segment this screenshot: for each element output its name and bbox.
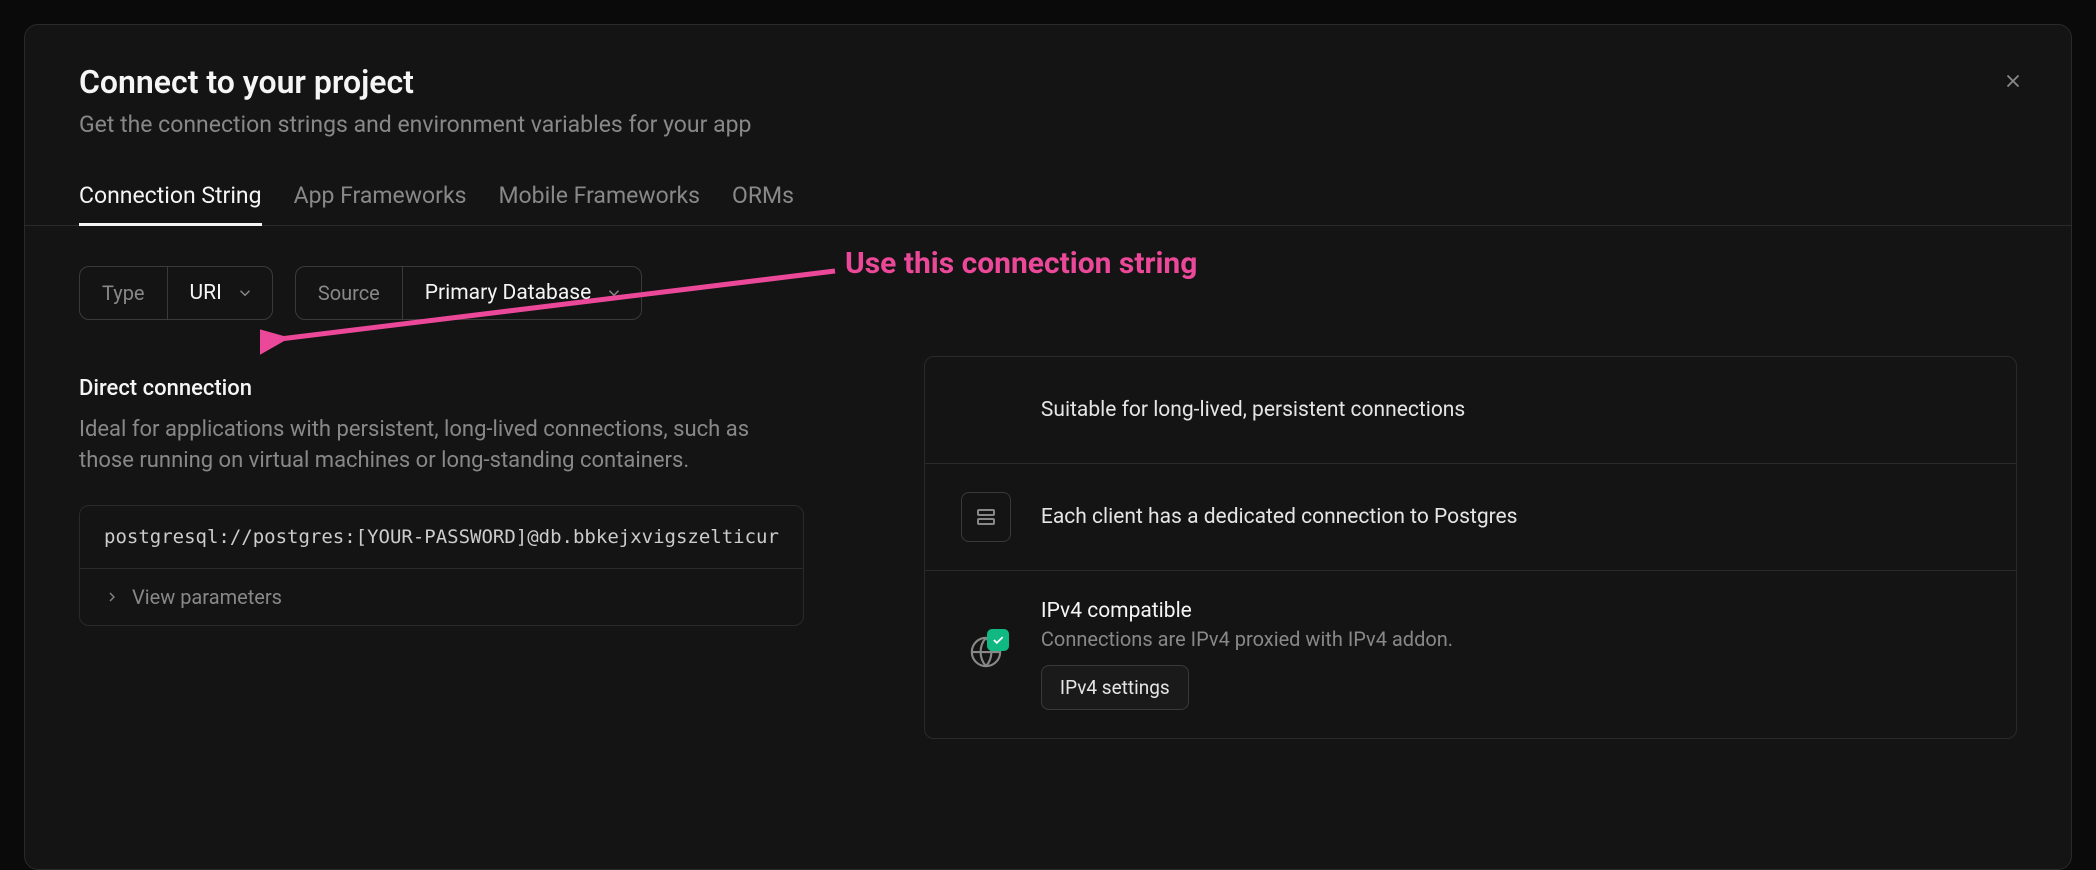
connection-string-box: postgresql://postgres:[YOUR-PASSWORD]@db… [79, 505, 804, 626]
type-selector: Type URI [79, 266, 273, 320]
left-column: Type URI Source Primary Database Direct … [79, 266, 804, 739]
globe-icon-wrap [969, 635, 1003, 675]
tab-orms[interactable]: ORMs [732, 168, 794, 226]
modal-header: Connect to your project Get the connecti… [25, 25, 2071, 138]
right-column: Suitable for long-lived, persistent conn… [924, 266, 2017, 739]
info-row-dedicated: Each client has a dedicated connection t… [925, 464, 2016, 571]
type-selector-label: Type [80, 267, 168, 319]
tab-app-frameworks[interactable]: App Frameworks [294, 168, 467, 226]
info-row-text: IPv4 compatible Connections are IPv4 pro… [1041, 599, 1980, 710]
source-selector-value[interactable]: Primary Database [403, 267, 641, 319]
tabs-bar: Connection String App Frameworks Mobile … [25, 168, 2071, 226]
type-selector-value[interactable]: URI [168, 267, 272, 319]
ipv4-subtitle: Connections are IPv4 proxied with IPv4 a… [1041, 627, 1980, 651]
info-row-persistent: Suitable for long-lived, persistent conn… [925, 357, 2016, 464]
connect-modal: Connect to your project Get the connecti… [24, 24, 2072, 870]
chevron-right-icon [104, 589, 120, 605]
info-icon-slot [961, 630, 1011, 680]
tab-connection-string[interactable]: Connection String [79, 168, 262, 226]
check-badge [987, 629, 1009, 651]
direct-connection-desc: Ideal for applications with persistent, … [79, 415, 779, 477]
info-icon-slot [961, 385, 1011, 435]
modal-content: Type URI Source Primary Database Direct … [25, 226, 2071, 779]
check-icon [991, 633, 1005, 647]
connection-string-value[interactable]: postgresql://postgres:[YOUR-PASSWORD]@db… [80, 506, 803, 569]
view-parameters-toggle[interactable]: View parameters [80, 569, 803, 625]
info-row-text: Each client has a dedicated connection t… [1041, 505, 1980, 529]
info-row-text: Suitable for long-lived, persistent conn… [1041, 398, 1980, 422]
source-value-text: Primary Database [425, 281, 591, 305]
source-selector-label: Source [296, 267, 403, 319]
tab-mobile-frameworks[interactable]: Mobile Frameworks [498, 168, 700, 226]
source-selector: Source Primary Database [295, 266, 642, 320]
chevron-down-icon [605, 284, 623, 302]
info-card: Suitable for long-lived, persistent conn… [924, 356, 2017, 739]
ipv4-title: IPv4 compatible [1041, 599, 1980, 623]
direct-connection-title: Direct connection [79, 376, 804, 401]
type-value-text: URI [190, 281, 222, 305]
modal-subtitle: Get the connection strings and environme… [79, 111, 2017, 138]
info-icon-slot [961, 492, 1011, 542]
database-icon [974, 505, 998, 529]
info-row-ipv4: IPv4 compatible Connections are IPv4 pro… [925, 571, 2016, 738]
ipv4-settings-button[interactable]: IPv4 settings [1041, 665, 1189, 710]
selectors-row: Type URI Source Primary Database [79, 266, 804, 320]
modal-title: Connect to your project [79, 63, 2017, 101]
chevron-down-icon [236, 284, 254, 302]
database-icon-box [961, 492, 1011, 542]
view-parameters-label: View parameters [132, 585, 282, 609]
